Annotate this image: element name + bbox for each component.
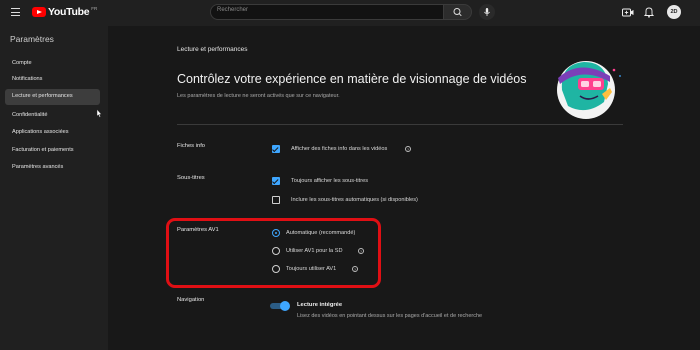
- top-bar: YouTube FR Rechercher 2D: [0, 0, 700, 26]
- sidebar-item-label: Compte: [12, 60, 32, 66]
- search-button[interactable]: [444, 4, 472, 20]
- youtube-play-icon: [32, 7, 46, 17]
- sidebar-title: Paramètres: [10, 34, 54, 44]
- help-icon[interactable]: ?: [405, 146, 411, 152]
- notifications-bell-icon[interactable]: [644, 6, 654, 18]
- inline-playback-description: Lisez des vidéos en pointant dessus sur …: [297, 313, 483, 319]
- search-placeholder: Rechercher: [217, 7, 249, 13]
- inline-playback-toggle-knob[interactable]: [280, 301, 290, 311]
- info-cards-checkbox[interactable]: [272, 145, 280, 153]
- youtube-logo[interactable]: YouTube FR: [32, 6, 98, 18]
- logo-region: FR: [91, 6, 98, 11]
- auto-subtitles-label: Inclure les sous-titres automatiques (si…: [291, 197, 418, 203]
- sidebar-item-account[interactable]: Compte: [5, 56, 100, 72]
- sidebar-item-label: Notifications: [12, 76, 43, 82]
- sidebar-item-connected-apps[interactable]: Applications associées: [5, 125, 100, 141]
- sidebar-item-label: Lecture et performances: [12, 93, 73, 99]
- page-headline: Contrôlez votre expérience en matière de…: [177, 72, 527, 86]
- always-subtitles-checkbox[interactable]: [272, 177, 280, 185]
- always-subtitles-label: Toujours afficher les sous-titres: [291, 178, 368, 184]
- microphone-icon: [484, 8, 490, 16]
- search-icon: [453, 8, 462, 17]
- section-title: Lecture et performances: [177, 46, 248, 53]
- navigation-label: Navigation: [177, 297, 205, 303]
- info-cards-option-label: Afficher des fiches info dans les vidéos: [291, 146, 388, 152]
- page-subtitle: Les paramètres de lecture ne seront acti…: [177, 93, 340, 99]
- sidebar-item-label: Facturation et paiements: [12, 147, 74, 153]
- info-cards-label: Fiches info: [177, 143, 206, 149]
- settings-sidebar: Paramètres Compte Notifications Lecture …: [0, 26, 108, 350]
- search-input[interactable]: Rechercher: [210, 4, 444, 20]
- mouse-cursor-icon: [96, 109, 102, 118]
- subtitles-label: Sous-titres: [177, 175, 205, 181]
- menu-icon[interactable]: [11, 8, 20, 16]
- logo-text: YouTube: [48, 6, 90, 18]
- sidebar-item-notifications[interactable]: Notifications: [5, 72, 100, 88]
- account-avatar[interactable]: 2D: [667, 5, 681, 19]
- create-video-icon[interactable]: [622, 7, 634, 18]
- sidebar-item-label: Confidentialité: [12, 112, 48, 118]
- vr-headset-illustration: [557, 61, 621, 119]
- sidebar-item-playback-performance[interactable]: Lecture et performances: [5, 89, 100, 105]
- sidebar-item-billing[interactable]: Facturation et paiements: [5, 143, 100, 159]
- voice-search-button[interactable]: [479, 4, 495, 20]
- sidebar-item-advanced[interactable]: Paramètres avancés: [5, 160, 100, 176]
- sidebar-item-privacy[interactable]: Confidentialité: [5, 108, 100, 124]
- inline-playback-title: Lecture intégrée: [297, 302, 343, 308]
- auto-subtitles-checkbox[interactable]: [272, 196, 280, 204]
- section-divider: [177, 124, 623, 125]
- sidebar-item-label: Paramètres avancés: [12, 164, 64, 170]
- annotation-highlight-box: [166, 218, 381, 288]
- sidebar-item-label: Applications associées: [12, 129, 69, 135]
